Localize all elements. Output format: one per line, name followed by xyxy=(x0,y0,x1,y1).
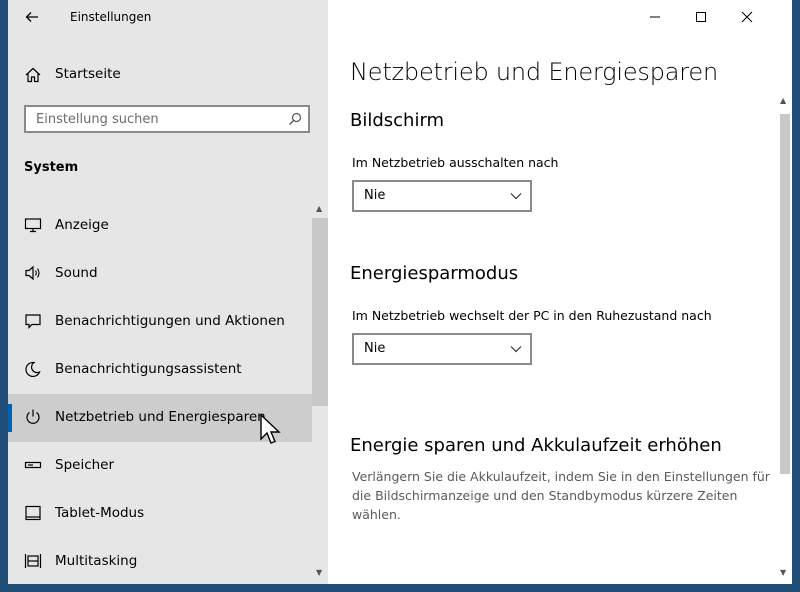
sidebar-item-anzeige[interactable]: Anzeige xyxy=(8,202,312,250)
sidebar-item-label: Tablet-Modus xyxy=(55,505,145,521)
sidebar-nav: Anzeige Sound Benachrichtigungen und Akt… xyxy=(8,202,312,584)
battery-description: Verlängern Sie die Akkulaufzeit, indem S… xyxy=(352,469,770,522)
tablet-icon xyxy=(25,505,41,521)
settings-window: Einstellungen Startseite Einstellung suc… xyxy=(8,0,792,584)
sidebar-item-label: Benachrichtigungen und Aktionen xyxy=(55,313,285,329)
sidebar-item-speicher[interactable]: Speicher xyxy=(8,442,312,490)
app-title: Einstellungen xyxy=(70,10,152,24)
chevron-down-icon xyxy=(510,346,522,353)
home-nav-item[interactable]: Startseite xyxy=(8,58,328,92)
scroll-down-icon[interactable]: ▼ xyxy=(780,568,786,577)
sidebar-scroll-thumb[interactable] xyxy=(312,218,328,406)
maximize-icon xyxy=(696,12,706,22)
sidebar-item-sound[interactable]: Sound xyxy=(8,250,312,298)
sleep-timeout-label: Im Netzbetrieb wechselt der PC in den Ru… xyxy=(352,308,712,323)
dropdown-value: Nie xyxy=(364,341,386,356)
mouse-pointer-icon xyxy=(260,414,281,444)
minimize-button[interactable] xyxy=(632,0,678,34)
scroll-up-icon[interactable]: ▲ xyxy=(780,96,786,105)
minimize-icon xyxy=(650,16,660,18)
home-icon xyxy=(25,67,41,83)
storage-icon xyxy=(24,461,42,469)
close-icon xyxy=(741,11,753,23)
power-icon xyxy=(26,409,40,424)
sidebar-item-label: Benachrichtigungsassistent xyxy=(55,361,242,377)
search-icon[interactable] xyxy=(288,112,302,126)
back-arrow-icon[interactable] xyxy=(24,9,40,25)
page-title: Netzbetrieb und Energiesparen xyxy=(350,58,718,86)
sidebar: Einstellungen Startseite Einstellung suc… xyxy=(8,0,328,584)
multitasking-icon xyxy=(24,554,42,568)
dropdown-value: Nie xyxy=(364,188,386,203)
content-pane: Netzbetrieb und Energiesparen Bildschirm… xyxy=(328,0,792,584)
sidebar-item-label: Multitasking xyxy=(55,553,138,569)
screen-timeout-label: Im Netzbetrieb ausschalten nach xyxy=(352,155,559,170)
scroll-up-icon[interactable]: ▲ xyxy=(316,204,322,213)
sidebar-scrollbar[interactable]: ▲ ▼ xyxy=(312,202,328,584)
monitor-icon xyxy=(24,218,42,233)
section-title: System xyxy=(24,160,79,175)
sidebar-item-tablet-modus[interactable]: Tablet-Modus xyxy=(8,490,312,538)
home-label: Startseite xyxy=(55,66,121,82)
speaker-icon xyxy=(25,265,40,281)
screen-timeout-dropdown[interactable]: Nie xyxy=(352,180,532,212)
close-button[interactable] xyxy=(724,0,770,34)
sleep-timeout-dropdown[interactable]: Nie xyxy=(352,333,532,365)
selection-indicator xyxy=(8,404,12,432)
sidebar-item-multitasking[interactable]: Multitasking xyxy=(8,538,312,584)
sidebar-item-label: Anzeige xyxy=(55,217,109,233)
sidebar-item-label: Speicher xyxy=(55,457,115,473)
notification-icon xyxy=(25,314,41,329)
moon-icon xyxy=(25,361,41,378)
chevron-down-icon xyxy=(510,193,522,200)
sidebar-item-label: Netzbetrieb und Energiesparen xyxy=(55,409,266,425)
search-input[interactable]: Einstellung suchen xyxy=(36,112,159,127)
maximize-button[interactable] xyxy=(678,0,724,34)
content-scrollbar[interactable]: ▲ ▼ xyxy=(776,96,792,584)
sidebar-item-benachrichtigungen[interactable]: Benachrichtigungen und Aktionen xyxy=(8,298,312,346)
screen-heading: Bildschirm xyxy=(350,110,445,131)
search-box[interactable]: Einstellung suchen xyxy=(24,105,310,133)
title-bar-left: Einstellungen xyxy=(8,0,328,34)
content-scroll-thumb[interactable] xyxy=(780,114,790,474)
sleep-heading: Energiesparmodus xyxy=(350,263,519,284)
scroll-down-icon[interactable]: ▼ xyxy=(316,568,322,577)
sidebar-item-label: Sound xyxy=(55,265,98,281)
sidebar-item-benachrichtigungsassistent[interactable]: Benachrichtigungsassistent xyxy=(8,346,312,394)
battery-heading: Energie sparen und Akkulaufzeit erhöhen xyxy=(350,435,722,456)
